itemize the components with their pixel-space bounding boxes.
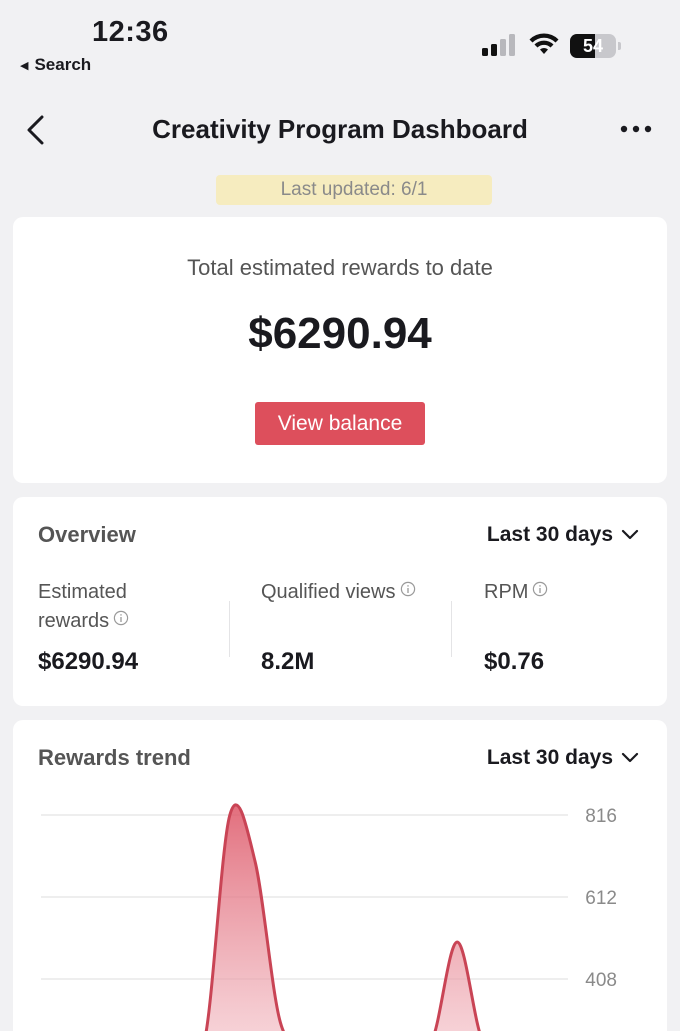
metric-value: $6290.94 xyxy=(38,648,139,675)
metric-divider xyxy=(229,601,230,657)
metric-estimated-rewards: Estimated rewards $6290.94 xyxy=(38,578,238,675)
y-tick-label: 408 xyxy=(585,970,617,991)
battery-level: 54 xyxy=(582,36,604,56)
info-icon[interactable] xyxy=(400,581,416,597)
nav-bar: Creativity Program Dashboard xyxy=(0,100,680,160)
last-updated-label: Last updated: 6/1 xyxy=(216,175,492,205)
back-triangle-icon: ◀ xyxy=(20,59,29,72)
page-title: Creativity Program Dashboard xyxy=(152,114,528,144)
metric-label: Qualified views xyxy=(261,581,396,603)
view-balance-button[interactable]: View balance xyxy=(255,402,425,445)
back-to-search-label: Search xyxy=(34,55,92,74)
status-bar: 12:36 ◀ Search 54 xyxy=(0,0,680,84)
metric-value: $0.76 xyxy=(484,648,545,675)
more-horizontal-icon[interactable] xyxy=(616,114,656,144)
rewards-trend-card: Rewards trend Last 30 days 816 612 408 xyxy=(13,720,667,1031)
total-rewards-value: $6290.94 xyxy=(248,309,432,358)
metric-value: 8.2M xyxy=(261,648,315,675)
overview-title: Overview xyxy=(38,522,136,547)
total-rewards-card: Total estimated rewards to date $6290.94… xyxy=(13,217,667,483)
overview-range-label: Last 30 days xyxy=(486,523,613,546)
metric-label: RPM xyxy=(484,581,529,603)
rewards-trend-chart: 816 612 408 xyxy=(41,803,617,1031)
wifi-icon xyxy=(529,33,559,54)
battery-icon: 54 xyxy=(570,34,622,58)
cellular-signal-icon xyxy=(482,34,518,56)
y-tick-label: 816 xyxy=(585,806,617,827)
status-time: 12:36 xyxy=(92,16,169,48)
metric-qualified-views: Qualified views 8.2M xyxy=(261,578,461,675)
rewards-area xyxy=(206,805,480,1031)
y-tick-label: 612 xyxy=(585,888,617,909)
info-icon[interactable] xyxy=(532,581,548,597)
back-to-search-link[interactable]: ◀ Search xyxy=(20,55,91,75)
total-rewards-label: Total estimated rewards to date xyxy=(187,255,493,280)
metric-rpm: RPM $0.76 xyxy=(484,578,680,675)
overview-range-dropdown[interactable]: Last 30 days xyxy=(487,523,639,547)
metric-divider xyxy=(451,601,452,657)
overview-card: Overview Last 30 days Estimated rewards … xyxy=(13,497,667,706)
info-icon[interactable] xyxy=(113,610,129,626)
chevron-down-icon xyxy=(621,529,639,540)
